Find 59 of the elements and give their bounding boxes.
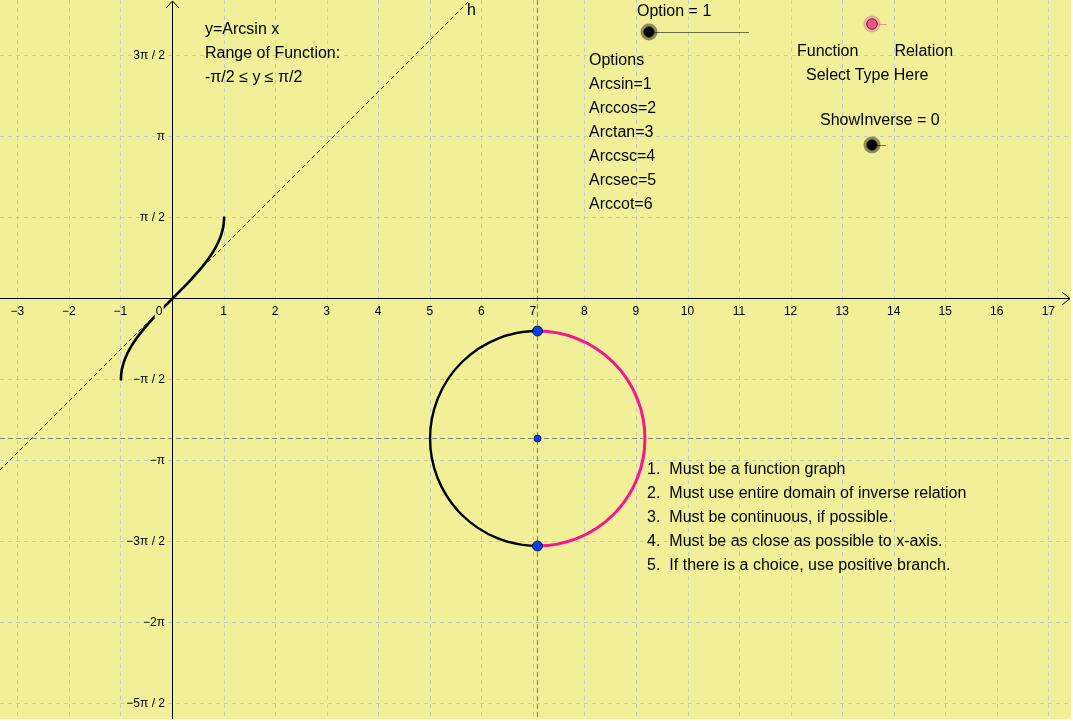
info-text: Range of Function: [205, 43, 341, 63]
rule-number: 1. [647, 459, 661, 479]
x-tick-label: −3 [10, 304, 25, 318]
type-caption: Select Type Here [806, 65, 929, 85]
y-tick-label: −5π / 2 [126, 695, 165, 710]
y-tick-label: −π / 2 [133, 371, 165, 386]
x-tick-label: −2 [62, 304, 76, 318]
x-tick-label: 3 [323, 304, 330, 318]
x-tick-label: 7 [529, 304, 537, 318]
y-tick-label: −3π / 2 [126, 533, 165, 548]
x-tick-label: 1 [220, 304, 227, 318]
x-tick-label: 14 [887, 304, 901, 318]
x-tick-label: 17 [1041, 304, 1055, 318]
y-tick-label: π [156, 129, 165, 144]
x-tick-label: 2 [271, 304, 279, 318]
rule-text: Must be a function graph [669, 459, 846, 479]
slider-thumb[interactable] [639, 23, 658, 41]
x-tick-label: 13 [835, 304, 849, 318]
x-tick-label: 5 [426, 304, 434, 318]
x-tick-label: 6 [477, 304, 485, 318]
type-label: Function [797, 41, 859, 61]
x-tick-label: 16 [990, 304, 1004, 318]
info-text: y=Arcsin x [205, 19, 280, 39]
y-tick-label: −2π [143, 614, 165, 629]
rule-text: Must be continuous, if possible. [669, 507, 893, 527]
x-tick-label: 4 [374, 304, 382, 318]
option-text: Arccos=2 [589, 98, 657, 118]
rule-number: 3. [647, 507, 661, 527]
rule-text: Must use entire domain of inverse relation [669, 483, 967, 503]
option-text: Arctan=3 [589, 122, 654, 142]
y-tick-label: 3π / 2 [133, 48, 165, 63]
x-tick-label: 15 [938, 304, 952, 318]
x-tick-label: 12 [783, 304, 798, 318]
y-tick-label: π / 2 [140, 210, 165, 224]
y-tick-label: −π [149, 452, 165, 467]
x-tick-label: 8 [581, 304, 588, 318]
line-label: h [467, 0, 476, 20]
rule-number: 5. [647, 555, 661, 575]
option-text: Arcsec=5 [589, 170, 657, 190]
info-text: -π/2 ≤ y ≤ π/2 [205, 67, 303, 87]
point-icon [533, 434, 542, 443]
slider-label: ShowInverse = 0 [820, 110, 940, 130]
x-tick-label: 9 [632, 304, 640, 318]
x-tick-label: 0 [154, 304, 164, 318]
slider-label: Option = 1 [637, 1, 712, 21]
x-tick-label: −1 [113, 304, 128, 318]
point-icon [532, 540, 543, 552]
rule-number: 4. [647, 531, 661, 551]
option-text: Arccot=6 [589, 194, 653, 214]
rule-text: Must be as close as possible to x-axis. [669, 531, 943, 551]
option-text: Arcsin=1 [589, 74, 652, 94]
option-text: Arccsc=4 [589, 146, 656, 166]
x-tick-label: 10 [680, 304, 695, 318]
options-heading: Options [589, 50, 645, 70]
x-tick-label: 11 [732, 304, 746, 318]
rule-number: 2. [647, 483, 661, 503]
type-label: Relation [894, 41, 954, 61]
rule-text: If there is a choice, use positive branch. [669, 555, 951, 575]
point-icon [532, 325, 543, 337]
